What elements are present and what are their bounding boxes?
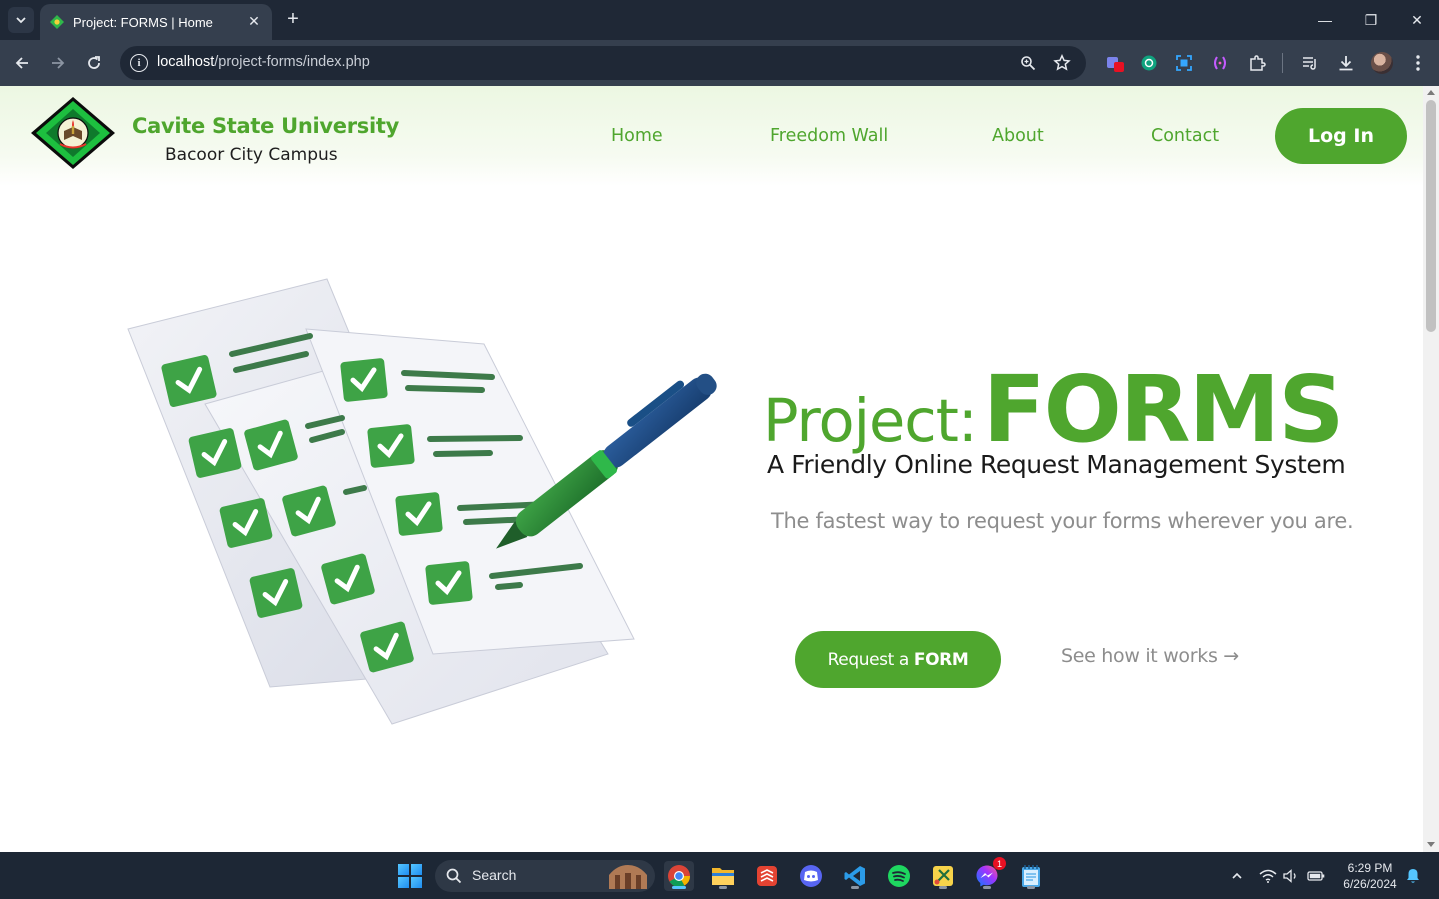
discord-icon bbox=[800, 865, 822, 887]
reload-button[interactable] bbox=[82, 51, 106, 75]
brand-subtitle: Bacoor City Campus bbox=[165, 145, 338, 165]
request-form-button[interactable]: Request a FORM bbox=[795, 631, 1001, 688]
hero-title-main: FORMS bbox=[982, 356, 1345, 463]
scroll-thumb[interactable] bbox=[1426, 100, 1436, 332]
spotify-icon bbox=[888, 865, 910, 887]
see-how-it-works-link[interactable]: See how it works → bbox=[1061, 645, 1239, 667]
browser-toolbar: i localhost/project-forms/index.php bbox=[0, 40, 1439, 86]
login-button[interactable]: Log In bbox=[1275, 108, 1407, 164]
nav-link-about[interactable]: About bbox=[992, 126, 1044, 146]
hero-tagline: The fastest way to request your forms wh… bbox=[771, 509, 1354, 533]
university-seal-logo[interactable] bbox=[30, 96, 116, 170]
extension-brackets-icon[interactable] bbox=[1209, 52, 1231, 74]
windows-taskbar: Search 1 6:29 PM 6/26/2024 bbox=[0, 852, 1439, 899]
close-window-button[interactable]: ✕ bbox=[1407, 10, 1427, 30]
cta-emphasis: FORM bbox=[913, 649, 969, 670]
volume-icon[interactable] bbox=[1282, 867, 1300, 885]
scroll-down-arrow-icon[interactable] bbox=[1427, 842, 1435, 847]
download-icon[interactable] bbox=[1335, 52, 1357, 74]
toolbar-separator bbox=[1282, 53, 1283, 73]
favicon-icon bbox=[50, 15, 64, 29]
extension-screenshot-icon[interactable] bbox=[1173, 52, 1195, 74]
forward-button[interactable] bbox=[46, 51, 70, 75]
tab-title: Project: FORMS | Home bbox=[73, 14, 213, 30]
taskbar-indicator bbox=[851, 886, 859, 889]
chevron-down-icon bbox=[16, 17, 26, 24]
page-viewport: Cavite State University Bacoor City Camp… bbox=[0, 86, 1423, 852]
notepad-icon bbox=[1022, 865, 1040, 887]
taskbar-file-explorer[interactable] bbox=[708, 861, 738, 891]
taskbar-todoist[interactable] bbox=[752, 861, 782, 891]
nav-link-contact[interactable]: Contact bbox=[1151, 126, 1219, 146]
info-icon[interactable]: i bbox=[130, 54, 148, 72]
cta-prefix: Request a bbox=[827, 649, 910, 670]
brand-name: Cavite State University bbox=[132, 114, 400, 138]
vscode-icon bbox=[844, 866, 865, 886]
kebab-menu-icon[interactable] bbox=[1407, 52, 1429, 74]
new-tab-button[interactable]: + bbox=[282, 8, 304, 30]
taskbar-search[interactable]: Search bbox=[435, 860, 655, 892]
todoist-icon bbox=[757, 866, 777, 886]
back-arrow-icon bbox=[15, 57, 28, 69]
profile-avatar[interactable] bbox=[1371, 52, 1393, 74]
taskbar-indicator bbox=[983, 886, 991, 889]
browser-tab-active[interactable]: Project: FORMS | Home ✕ bbox=[40, 4, 272, 40]
star-icon[interactable] bbox=[1052, 53, 1072, 73]
address-bar[interactable]: i localhost/project-forms/index.php bbox=[120, 46, 1086, 80]
tray-overflow-chevron-icon[interactable] bbox=[1228, 867, 1246, 885]
chrome-icon bbox=[668, 865, 690, 887]
site-header: Cavite State University Bacoor City Camp… bbox=[0, 86, 1423, 186]
tab-search-button[interactable] bbox=[8, 7, 34, 33]
tab-close-icon[interactable]: ✕ bbox=[246, 14, 262, 30]
browser-tab-strip: Project: FORMS | Home ✕ + — ❐ ✕ bbox=[0, 0, 1439, 40]
url-text[interactable]: localhost/project-forms/index.php bbox=[157, 54, 370, 70]
reload-icon bbox=[88, 56, 100, 69]
wifi-icon[interactable] bbox=[1259, 867, 1277, 885]
extension-teams-icon[interactable] bbox=[1104, 52, 1126, 74]
notification-bell-icon[interactable] bbox=[1404, 867, 1422, 885]
battery-icon[interactable] bbox=[1307, 867, 1325, 885]
restore-button[interactable]: ❐ bbox=[1361, 10, 1381, 30]
windows-start-icon[interactable] bbox=[398, 864, 422, 888]
taskbar-spotify[interactable] bbox=[884, 861, 914, 891]
taskbar-discord[interactable] bbox=[796, 861, 826, 891]
zoom-icon[interactable] bbox=[1018, 53, 1038, 73]
media-control-icon[interactable] bbox=[1299, 52, 1321, 74]
clock-date: 6/26/2024 bbox=[1343, 877, 1397, 891]
back-button[interactable] bbox=[10, 51, 34, 75]
taskbar-indicator bbox=[672, 886, 686, 889]
taskbar-indicator bbox=[719, 886, 727, 889]
taskbar-vscode[interactable] bbox=[840, 861, 870, 891]
taskbar-indicator bbox=[1027, 886, 1035, 889]
snipping-tool-icon bbox=[933, 866, 953, 886]
taskbar-notepad[interactable] bbox=[1016, 861, 1046, 891]
taskbar-clock[interactable]: 6:29 PM 6/26/2024 bbox=[1330, 860, 1410, 892]
taskbar-chrome[interactable] bbox=[664, 861, 694, 891]
folder-icon bbox=[712, 868, 734, 885]
taskbar-snipping-tool[interactable] bbox=[928, 861, 958, 891]
page-scrollbar[interactable] bbox=[1423, 86, 1439, 852]
search-icon bbox=[445, 867, 463, 885]
taskbar-indicator bbox=[939, 886, 947, 889]
scroll-up-arrow-icon[interactable] bbox=[1427, 90, 1435, 95]
hero-illustration bbox=[120, 274, 740, 742]
extensions-puzzle-icon[interactable] bbox=[1246, 52, 1268, 74]
url-path: /project-forms/index.php bbox=[214, 54, 370, 70]
forward-arrow-icon bbox=[52, 57, 65, 69]
extension-chatgpt-icon[interactable] bbox=[1138, 52, 1160, 74]
taskbar-messenger[interactable]: 1 bbox=[972, 857, 1006, 891]
hero-subtitle: A Friendly Online Request Management Sys… bbox=[767, 450, 1346, 479]
url-host: localhost bbox=[157, 54, 215, 70]
clock-time: 6:29 PM bbox=[1347, 861, 1393, 875]
nav-link-freedom-wall[interactable]: Freedom Wall bbox=[770, 126, 888, 146]
messenger-badge: 1 bbox=[993, 857, 1006, 870]
minimize-button[interactable]: — bbox=[1315, 10, 1335, 30]
taskbar-search-placeholder: Search bbox=[472, 867, 517, 883]
hero-title-lead: Project: bbox=[763, 386, 978, 455]
search-highlight-image bbox=[605, 863, 651, 889]
nav-link-home[interactable]: Home bbox=[611, 126, 663, 146]
hero-title: Project:FORMS bbox=[763, 356, 1345, 463]
